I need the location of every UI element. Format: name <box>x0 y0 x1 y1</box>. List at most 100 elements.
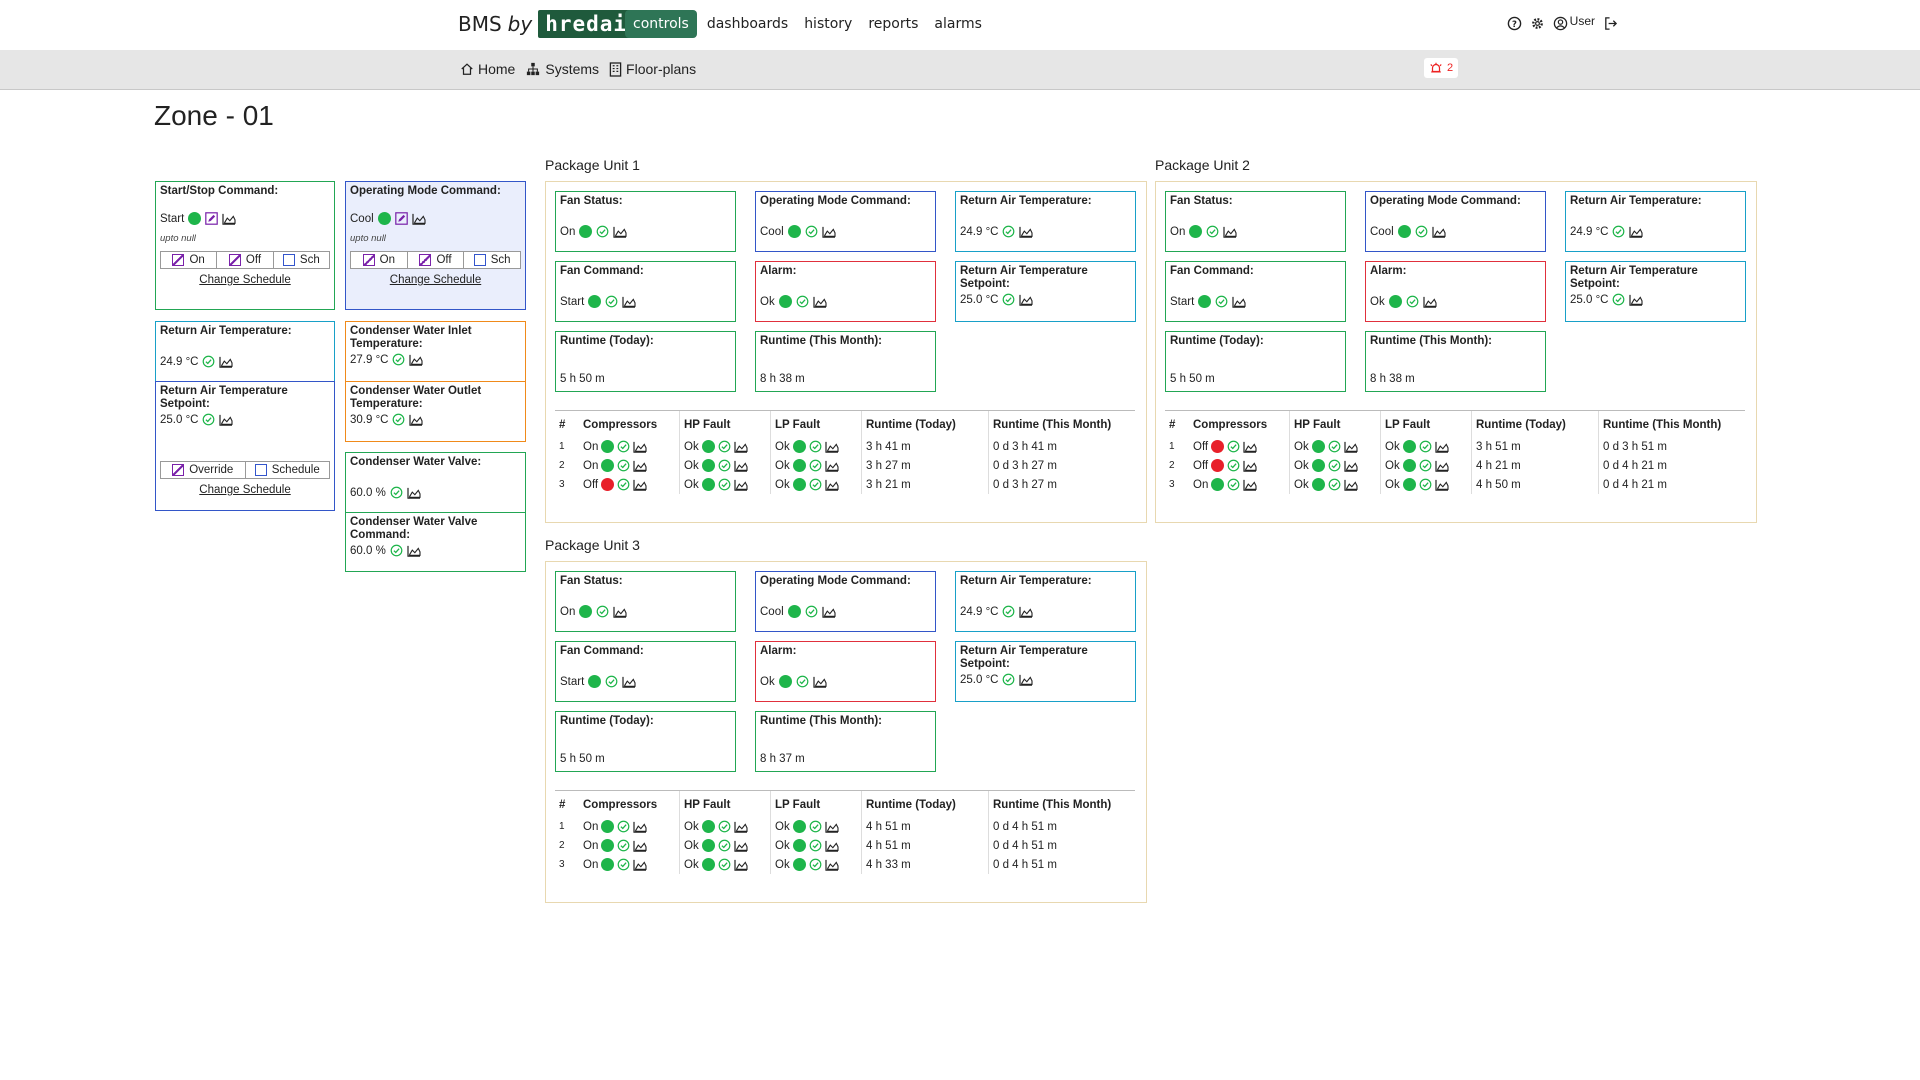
trend-chart-icon[interactable] <box>409 354 423 366</box>
on-button[interactable]: On <box>351 252 408 268</box>
operating-mode-card: Operating Mode Command: Cool <box>1365 191 1546 252</box>
trend-chart-icon[interactable] <box>822 226 836 238</box>
off-button[interactable]: Off <box>217 252 274 268</box>
trend-chart-icon[interactable] <box>622 296 636 308</box>
subnav-home[interactable]: Home <box>460 61 515 77</box>
nav-alarms[interactable]: alarms <box>934 16 982 32</box>
change-schedule-link[interactable]: Change Schedule <box>160 484 330 496</box>
trend-chart-icon[interactable] <box>633 821 647 833</box>
nav-history[interactable]: history <box>804 16 852 32</box>
ok-check-icon <box>202 355 215 368</box>
change-schedule-link[interactable]: Change Schedule <box>350 274 521 286</box>
trend-chart-icon[interactable] <box>1629 294 1643 306</box>
subnav-systems[interactable]: Systems <box>525 61 599 77</box>
trend-chart-icon[interactable] <box>219 414 233 426</box>
trend-chart-icon[interactable] <box>407 487 421 499</box>
logout-icon[interactable] <box>1603 16 1618 31</box>
status-on-dot <box>1211 478 1225 491</box>
trend-chart-icon[interactable] <box>1019 294 1033 306</box>
trend-chart-icon[interactable] <box>813 296 827 308</box>
status-on-dot <box>1189 225 1203 238</box>
trend-chart-icon[interactable] <box>825 460 839 472</box>
trend-chart-icon[interactable] <box>734 479 748 491</box>
trend-chart-icon[interactable] <box>1019 674 1033 686</box>
trend-chart-icon[interactable] <box>1223 226 1237 238</box>
trend-chart-icon[interactable] <box>222 213 236 225</box>
off-button[interactable]: Off <box>408 252 465 268</box>
trend-chart-icon[interactable] <box>633 441 647 453</box>
trend-chart-icon[interactable] <box>734 460 748 472</box>
trend-chart-icon[interactable] <box>412 213 426 225</box>
nav-controls[interactable]: controls <box>625 10 697 38</box>
trend-chart-icon[interactable] <box>734 821 748 833</box>
trend-chart-icon[interactable] <box>1435 460 1449 472</box>
card-label: Return Air Temperature Setpoint: <box>160 385 288 410</box>
help-icon[interactable]: ? <box>1507 16 1522 31</box>
brand[interactable]: BMS by hredai <box>458 10 635 38</box>
trend-chart-icon[interactable] <box>1243 479 1257 491</box>
trend-chart-icon[interactable] <box>825 859 839 871</box>
trend-chart-icon[interactable] <box>633 460 647 472</box>
trend-chart-icon[interactable] <box>1344 441 1358 453</box>
edit-icon[interactable] <box>395 212 408 225</box>
user-icon[interactable] <box>1553 16 1568 31</box>
trend-chart-icon[interactable] <box>825 840 839 852</box>
trend-chart-icon[interactable] <box>1344 460 1358 472</box>
alarm-badge[interactable]: 2 <box>1424 58 1459 78</box>
value-text: 25.0 °C <box>960 673 999 686</box>
trend-chart-icon[interactable] <box>633 859 647 871</box>
trend-chart-icon[interactable] <box>1344 479 1358 491</box>
nav-dashboards[interactable]: dashboards <box>707 16 788 32</box>
status-value: Ok <box>684 820 766 833</box>
trend-chart-icon[interactable] <box>1435 441 1449 453</box>
status-cell: On <box>579 817 680 836</box>
on-button[interactable]: On <box>161 252 218 268</box>
trend-chart-icon[interactable] <box>633 479 647 491</box>
trend-chart-icon[interactable] <box>734 840 748 852</box>
value-row: 8 h 37 m <box>760 753 931 765</box>
operating-mode-command-card: Operating Mode Command: Cool upto null On Of… <box>345 181 526 310</box>
trend-chart-icon[interactable] <box>613 606 627 618</box>
trend-chart-icon[interactable] <box>734 859 748 871</box>
sch-button[interactable]: Sch <box>274 252 329 268</box>
trend-chart-icon[interactable] <box>622 676 636 688</box>
status-on-dot <box>778 675 792 688</box>
trend-chart-icon[interactable] <box>1019 226 1033 238</box>
trend-chart-icon[interactable] <box>1232 296 1246 308</box>
trend-chart-icon[interactable] <box>822 606 836 618</box>
sch-button[interactable]: Sch <box>464 252 520 268</box>
trend-chart-icon[interactable] <box>1435 479 1449 491</box>
trend-chart-icon[interactable] <box>219 356 233 368</box>
subnav-floorplans[interactable]: Floor-plans <box>609 61 696 77</box>
trend-chart-icon[interactable] <box>825 821 839 833</box>
nav-reports[interactable]: reports <box>868 16 918 32</box>
trend-chart-icon[interactable] <box>1243 441 1257 453</box>
value-row: 24.9 °C <box>1570 225 1741 238</box>
trend-chart-icon[interactable] <box>734 441 748 453</box>
gear-icon[interactable] <box>1530 16 1545 31</box>
card-label: Runtime (Today): <box>1170 335 1264 347</box>
trend-chart-icon[interactable] <box>613 226 627 238</box>
value-row: 5 h 50 m <box>560 373 731 385</box>
schedule-button[interactable]: Schedule <box>246 462 330 478</box>
trend-chart-icon[interactable] <box>813 676 827 688</box>
trend-chart-icon[interactable] <box>633 840 647 852</box>
trend-chart-icon[interactable] <box>407 545 421 557</box>
table-row: 2 On Ok Ok 3 h 27 m 0 d 3 h 27 m <box>555 456 1127 475</box>
value-text: 25.0 °C <box>1570 293 1609 306</box>
trend-chart-icon[interactable] <box>825 441 839 453</box>
user-label[interactable]: User <box>1570 14 1595 28</box>
override-button[interactable]: Override <box>161 462 246 478</box>
trend-chart-icon[interactable] <box>1019 606 1033 618</box>
edit-icon[interactable] <box>205 212 218 225</box>
ok-check-icon <box>718 858 731 871</box>
trend-chart-icon[interactable] <box>1243 460 1257 472</box>
card-label: Condenser Water Valve Command: <box>350 516 478 541</box>
trend-chart-icon[interactable] <box>825 479 839 491</box>
trend-chart-icon[interactable] <box>409 414 423 426</box>
brand-by: by <box>507 12 533 36</box>
trend-chart-icon[interactable] <box>1423 296 1437 308</box>
trend-chart-icon[interactable] <box>1629 226 1643 238</box>
change-schedule-link[interactable]: Change Schedule <box>160 274 330 286</box>
trend-chart-icon[interactable] <box>1432 226 1446 238</box>
